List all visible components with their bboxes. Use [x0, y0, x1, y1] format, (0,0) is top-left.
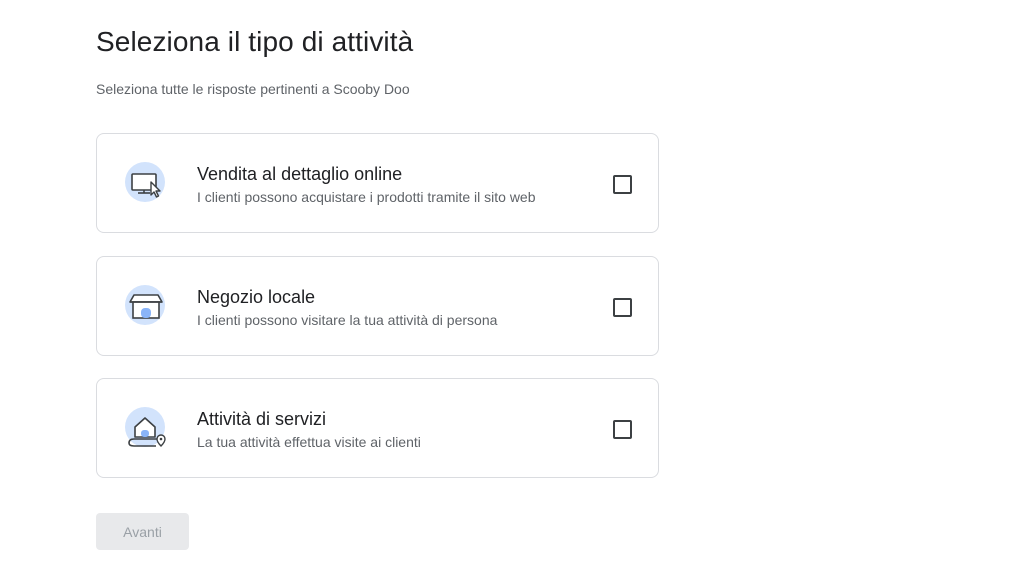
option-description: I clienti possono visitare la tua attivi…: [197, 312, 498, 328]
option-description: La tua attività effettua visite ai clien…: [197, 434, 421, 450]
option-title: Negozio locale: [197, 287, 316, 307]
option-title: Vendita al dettaglio online: [197, 164, 403, 184]
option-checkbox-service-business[interactable]: [613, 420, 632, 439]
house-location-icon: [125, 407, 169, 451]
option-title: Attività di servizi: [197, 409, 327, 429]
option-card-service-business[interactable]: Attività di servizi La tua attività effe…: [96, 378, 659, 478]
business-type-page: Seleziona il tipo di attività Seleziona …: [0, 0, 1024, 585]
option-checkbox-online-retail[interactable]: [613, 175, 632, 194]
option-description: I clienti possono acquistare i prodotti …: [197, 189, 536, 205]
option-card-local-store[interactable]: Negozio locale I clienti possono visitar…: [96, 256, 659, 356]
page-subtitle: Seleziona tutte le risposte pertinenti a…: [96, 81, 410, 97]
next-button[interactable]: Avanti: [96, 513, 189, 550]
computer-cursor-icon: [125, 162, 169, 206]
page-title: Seleziona il tipo di attività: [96, 26, 414, 57]
storefront-icon: [125, 285, 169, 329]
option-checkbox-local-store[interactable]: [613, 298, 632, 317]
option-card-online-retail[interactable]: Vendita al dettaglio online I clienti po…: [96, 133, 659, 233]
